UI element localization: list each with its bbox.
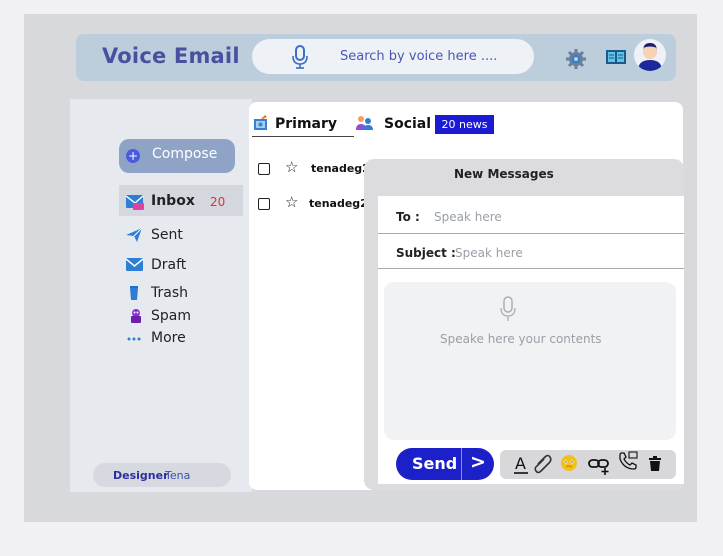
settings-gear-icon[interactable] [565, 48, 587, 74]
search-placeholder: Search by voice here .... [340, 49, 498, 64]
compose-toolbar: A [500, 450, 676, 479]
send-button[interactable]: Send > [396, 448, 494, 480]
sidebar-item-label: More [151, 330, 186, 346]
link-icon[interactable] [588, 454, 610, 480]
sidebar-item-label: Sent [151, 227, 183, 243]
social-tab-icon [355, 115, 373, 135]
text-format-icon[interactable]: A [513, 454, 529, 480]
user-avatar-icon[interactable] [634, 39, 666, 71]
subject-label: Subject : [396, 246, 456, 260]
social-news-badge: 20 news [435, 115, 494, 134]
message-content-area[interactable]: Speake here your contents [384, 282, 676, 440]
inbox-unread-count: 20 [210, 195, 226, 209]
new-message-title: New Messages [454, 167, 554, 181]
row-checkbox[interactable] [258, 163, 270, 175]
content-placeholder: Speake here your contents [440, 332, 602, 346]
tab-label: Social [384, 116, 432, 132]
compose-label: Compose [152, 146, 218, 162]
call-icon[interactable] [618, 451, 638, 475]
subject-divider [378, 268, 684, 269]
inbox-icon [125, 193, 145, 215]
star-icon[interactable]: ☆ [285, 193, 298, 211]
row-checkbox[interactable] [258, 198, 270, 210]
attachment-icon[interactable] [534, 454, 552, 478]
microphone-icon[interactable] [500, 296, 516, 326]
trash-icon [125, 285, 143, 305]
svg-text:A: A [515, 454, 526, 473]
app-title: Voice Email [102, 44, 240, 68]
contacts-book-icon[interactable] [605, 49, 627, 69]
star-icon[interactable]: ☆ [285, 158, 298, 176]
spam-icon [125, 308, 143, 328]
to-field[interactable]: Speak here [434, 210, 502, 224]
sidebar-item-label: Draft [151, 257, 187, 273]
tab-label: Primary [275, 116, 338, 132]
designer-label: Designer [113, 469, 169, 482]
active-tab-underline [252, 136, 354, 137]
delete-icon[interactable] [648, 456, 662, 476]
sidebar-item-label: Spam [151, 308, 191, 324]
to-divider [378, 233, 684, 234]
primary-tab-icon [253, 115, 269, 135]
send-divider [461, 448, 462, 480]
send-plane-icon [125, 227, 143, 247]
plus-icon: + [126, 149, 140, 163]
compose-button[interactable]: + Compose [119, 139, 235, 173]
sidebar-item-label: Inbox [151, 193, 195, 209]
subject-field[interactable]: Speak here [455, 246, 523, 260]
microphone-icon[interactable] [292, 45, 308, 73]
more-dots-icon [125, 330, 143, 348]
designer-credit: Designer Tena [93, 463, 231, 487]
to-label: To : [396, 210, 420, 224]
designer-name: Tena [165, 469, 191, 482]
envelope-icon [125, 257, 144, 276]
voice-search-bar[interactable]: Search by voice here .... [252, 39, 534, 74]
send-label: Send [412, 454, 458, 473]
send-arrow-icon: > [470, 451, 486, 473]
sidebar-item-label: Trash [151, 285, 188, 301]
emoji-icon[interactable] [560, 454, 578, 476]
